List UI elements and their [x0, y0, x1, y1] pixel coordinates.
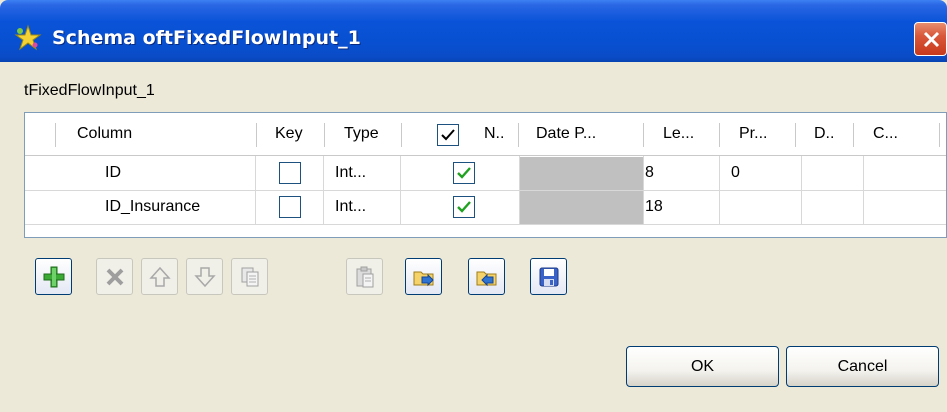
delete-icon — [106, 268, 124, 286]
key-checkbox[interactable] — [279, 162, 301, 184]
header-separator — [256, 123, 257, 147]
cell-length[interactable]: 18 — [645, 190, 663, 224]
nullable-checkbox[interactable] — [453, 196, 475, 218]
header-comment[interactable]: C... — [873, 113, 898, 155]
header-separator — [853, 123, 854, 147]
delete-button[interactable] — [96, 258, 133, 295]
nullable-header-checkbox[interactable] — [437, 124, 459, 146]
header-date-pattern[interactable]: Date P... — [536, 113, 596, 155]
import-icon — [413, 271, 434, 287]
header-type[interactable]: Type — [344, 113, 379, 155]
cancel-button[interactable]: Cancel — [786, 346, 939, 387]
add-icon — [43, 266, 65, 288]
component-name: tFixedFlowInput_1 — [24, 82, 155, 99]
header-separator — [324, 123, 325, 147]
header-separator — [55, 123, 56, 147]
header-separator — [401, 123, 402, 147]
header-separator — [719, 123, 720, 147]
col-divider — [323, 156, 324, 224]
col-divider — [801, 156, 802, 224]
checkmark-icon — [457, 167, 471, 179]
export-icon — [476, 271, 497, 287]
header-separator — [518, 123, 519, 147]
cell-type[interactable]: Int... — [335, 156, 366, 190]
move-down-button[interactable] — [186, 258, 223, 295]
move-up-button[interactable] — [141, 258, 178, 295]
row-divider — [25, 224, 946, 225]
move-down-icon — [194, 267, 216, 288]
checkmark-icon — [457, 201, 471, 213]
close-icon — [923, 31, 940, 48]
col-divider — [643, 156, 644, 224]
cell-date-pattern-disabled — [520, 157, 643, 190]
move-up-icon — [149, 266, 171, 287]
nullable-checkbox[interactable] — [453, 162, 475, 184]
header-precision[interactable]: Pr... — [739, 113, 767, 155]
header-underline — [25, 155, 946, 156]
cell-precision[interactable]: 0 — [731, 156, 740, 190]
header-default[interactable]: D.. — [814, 113, 834, 155]
cell-column[interactable]: ID — [105, 156, 121, 190]
talend-star-icon — [14, 24, 42, 52]
col-divider — [400, 156, 401, 224]
col-divider — [863, 156, 864, 224]
header-separator — [643, 123, 644, 147]
header-length[interactable]: Le... — [663, 113, 694, 155]
title-bar[interactable]: Schema oftFixedFlowInput_1 — [0, 0, 947, 62]
export-button[interactable] — [468, 258, 505, 295]
schema-dialog: Schema oftFixedFlowInput_1 tFixedFlowInp… — [0, 0, 947, 412]
close-button[interactable] — [914, 22, 947, 56]
schema-table[interactable]: Column Key Type N.. Date P... Le... Pr..… — [24, 112, 947, 238]
cell-length[interactable]: 8 — [645, 156, 654, 190]
import-button[interactable] — [405, 258, 442, 295]
window-title: Schema oftFixedFlowInput_1 — [52, 27, 361, 49]
paste-button[interactable] — [346, 258, 383, 295]
col-divider — [719, 156, 720, 224]
save-icon — [539, 267, 559, 287]
copy-button[interactable] — [231, 258, 268, 295]
header-column[interactable]: Column — [77, 113, 132, 155]
paste-icon — [356, 266, 374, 288]
copy-icon — [241, 267, 259, 287]
add-button[interactable] — [35, 258, 72, 295]
cell-type[interactable]: Int... — [335, 190, 366, 224]
cell-column[interactable]: ID_Insurance — [105, 190, 200, 224]
ok-button[interactable]: OK — [626, 346, 779, 387]
key-checkbox[interactable] — [279, 196, 301, 218]
header-separator — [939, 123, 940, 147]
col-divider — [255, 156, 256, 224]
header-separator — [795, 123, 796, 147]
header-nullable[interactable]: N.. — [484, 113, 504, 155]
header-key[interactable]: Key — [275, 113, 303, 155]
save-button[interactable] — [530, 258, 567, 295]
cell-date-pattern-disabled — [520, 191, 643, 224]
checkmark-icon — [441, 129, 455, 141]
